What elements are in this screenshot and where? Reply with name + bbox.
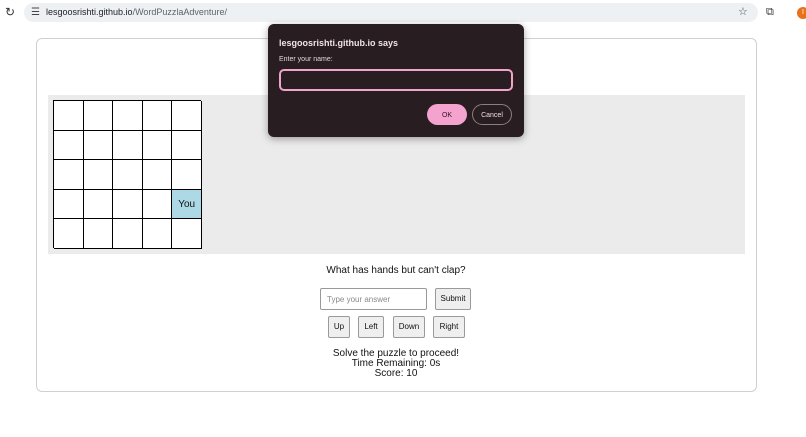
puzzle-question: What has hands but can't clap? <box>326 265 466 276</box>
game-grid: You <box>53 100 202 249</box>
grid-cell <box>113 101 143 131</box>
grid-cell <box>83 160 114 190</box>
grid-cell <box>54 130 84 161</box>
right-button[interactable]: Right <box>433 316 465 338</box>
grid-cell <box>113 130 143 161</box>
grid-cell <box>142 101 173 131</box>
grid-cell <box>172 219 202 249</box>
grid-cell <box>142 219 173 249</box>
grid-cell <box>142 189 173 220</box>
grid-cell <box>54 189 84 220</box>
dialog-title: lesgoosrishti.github.io says <box>279 38 399 48</box>
grid-cell <box>113 219 143 249</box>
grid-cell <box>83 130 114 161</box>
answer-input[interactable] <box>320 288 427 310</box>
site-info-icon[interactable]: ☰ <box>30 7 41 18</box>
url-text[interactable]: lesgoosrishti.github.io/WordPuzzlaAdvent… <box>46 6 227 19</box>
address-bar[interactable]: ☰ lesgoosrishti.github.io/WordPuzzlaAdve… <box>24 3 758 22</box>
grid-cell <box>172 160 202 190</box>
grid-cell <box>54 101 84 131</box>
grid-cell <box>113 189 143 220</box>
grid-cell <box>142 130 173 161</box>
score: Score: 10 <box>374 368 418 379</box>
extensions-icon[interactable]: ⧉ <box>766 6 774 18</box>
browser-toolbar: ↻ ☰ lesgoosrishti.github.io/WordPuzzlaAd… <box>0 0 806 25</box>
grid-cell <box>172 101 202 131</box>
profile-avatar[interactable]: I <box>797 7 806 19</box>
grid-cell <box>83 219 114 249</box>
left-button[interactable]: Left <box>358 316 384 338</box>
prompt-dialog: lesgoosrishti.github.io says Enter your … <box>268 24 524 137</box>
grid-cell <box>83 101 114 131</box>
reload-icon[interactable]: ↻ <box>4 6 16 18</box>
cancel-button[interactable]: Cancel <box>472 104 512 125</box>
submit-button[interactable]: Submit <box>435 288 471 310</box>
down-button[interactable]: Down <box>393 316 425 338</box>
url-path: /WordPuzzlaAdventure/ <box>132 7 227 17</box>
grid-cell <box>113 160 143 190</box>
url-host: lesgoosrishti.github.io <box>46 7 133 17</box>
star-icon[interactable]: ☆ <box>738 6 748 18</box>
up-button[interactable]: Up <box>328 316 350 338</box>
grid-cell <box>54 219 84 249</box>
dialog-message: Enter your name: <box>279 56 333 63</box>
grid-cell <box>54 160 84 190</box>
grid-cell <box>172 130 202 161</box>
grid-cell <box>83 189 114 220</box>
grid-cell <box>142 160 173 190</box>
name-input[interactable] <box>279 69 513 91</box>
player-cell: You <box>172 189 202 220</box>
ok-button[interactable]: OK <box>427 104 467 125</box>
